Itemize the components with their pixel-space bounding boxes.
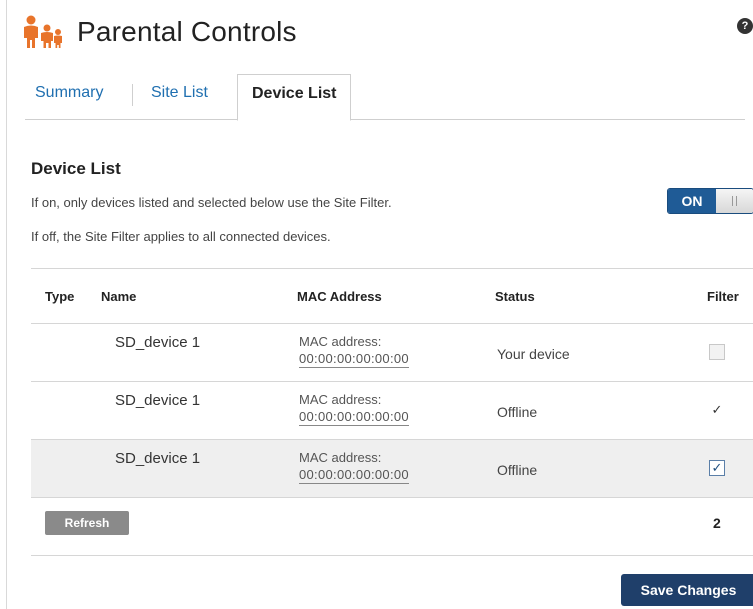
device-name: SD_device 1 xyxy=(115,392,201,409)
toggle-on-label: ON xyxy=(668,189,716,213)
mac-label: MAC address: xyxy=(299,450,382,465)
device-status: Offline xyxy=(497,462,538,478)
column-header-status: Status xyxy=(495,289,535,304)
table-row: SD_device 1 MAC address: 00:00:00:00:00:… xyxy=(31,324,753,382)
save-changes-button[interactable]: Save Changes xyxy=(621,574,753,606)
device-list-toggle[interactable]: ON xyxy=(667,188,753,214)
mac-value: 00:00:00:00:00:00 xyxy=(299,351,409,368)
mac-value: 00:00:00:00:00:00 xyxy=(299,409,409,426)
table-row: SD_device 1 MAC address: 00:00:00:00:00:… xyxy=(31,440,753,498)
filter-checkbox[interactable]: ✓ xyxy=(709,460,725,476)
column-header-mac: MAC Address xyxy=(297,289,382,304)
section-title: Device List xyxy=(31,159,121,178)
tab-summary[interactable]: Summary xyxy=(35,84,103,102)
selected-count: 2 xyxy=(713,515,721,531)
mac-label: MAC address: xyxy=(299,334,382,349)
filter-checkbox[interactable] xyxy=(709,344,725,360)
tab-device-list[interactable]: Device List xyxy=(237,74,352,121)
filter-checkbox[interactable]: ✓ xyxy=(709,402,725,418)
device-name: SD_device 1 xyxy=(115,334,201,351)
table-row: SD_device 1 MAC address: 00:00:00:00:00:… xyxy=(31,382,753,440)
tab-site-list[interactable]: Site List xyxy=(151,84,208,102)
device-status: Your device xyxy=(497,346,570,362)
tab-bar: Summary Site List Device List xyxy=(25,74,745,121)
description-on: If on, only devices listed and selected … xyxy=(31,195,392,210)
page-title: Parental Controls xyxy=(77,16,297,47)
column-header-name: Name xyxy=(101,289,137,304)
column-header-filter: Filter xyxy=(707,289,739,304)
page-header: Parental Controls xyxy=(21,14,297,50)
column-header-type: Type xyxy=(45,289,75,304)
parental-controls-panel: Parental Controls ? Summary Site List De… xyxy=(6,0,753,609)
family-icon xyxy=(24,15,62,48)
mac-value: 00:00:00:00:00:00 xyxy=(299,467,409,484)
refresh-button[interactable]: Refresh xyxy=(45,511,129,535)
tab-divider xyxy=(132,84,133,106)
help-icon[interactable]: ? xyxy=(737,18,753,34)
description-off: If off, the Site Filter applies to all c… xyxy=(31,229,331,244)
device-name: SD_device 1 xyxy=(115,450,201,467)
table-footer: Refresh 2 xyxy=(31,498,753,556)
mac-label: MAC address: xyxy=(299,392,382,407)
device-table: Type Name MAC Address Status Filter SD_d… xyxy=(31,268,753,556)
device-status: Offline xyxy=(497,404,538,420)
toggle-knob[interactable] xyxy=(716,189,753,213)
table-header: Type Name MAC Address Status Filter xyxy=(31,268,753,324)
